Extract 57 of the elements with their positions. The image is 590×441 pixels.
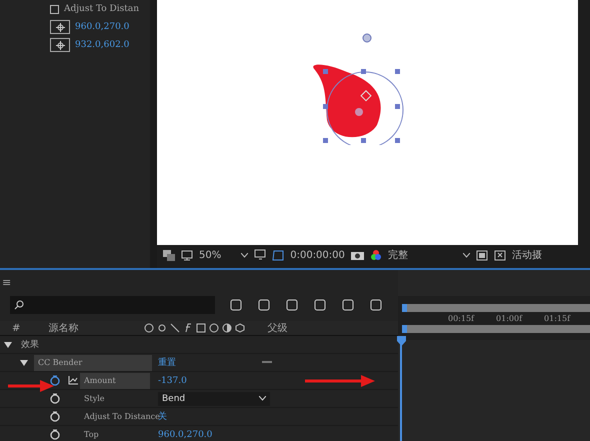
annotation-arrow: [305, 375, 375, 387]
crosshair-button[interactable]: [50, 20, 70, 34]
region-of-interest-icon[interactable]: [476, 250, 488, 260]
checkbox[interactable]: [50, 4, 59, 14]
property-name[interactable]: Top: [80, 426, 99, 441]
chevron-down-icon: [462, 252, 470, 258]
annotation-arrow: [8, 380, 54, 392]
effect-name[interactable]: CC Bender: [34, 354, 152, 370]
slash-icon[interactable]: [170, 323, 180, 333]
reset-link[interactable]: 重置: [158, 356, 176, 369]
monitor-icon[interactable]: [181, 250, 193, 260]
property-name[interactable]: Style: [80, 390, 105, 406]
region-icon[interactable]: [254, 249, 266, 261]
zoom-dropdown[interactable]: 50%: [199, 250, 248, 260]
property-name[interactable]: Adjust To Distance: [80, 408, 160, 424]
resolution-dropdown[interactable]: 完整: [388, 248, 470, 262]
stopwatch-icon[interactable]: [50, 393, 60, 404]
group-name: 效果: [21, 339, 39, 351]
ruler-label: 00:15f: [448, 314, 474, 322]
expand-triangle[interactable]: [20, 360, 28, 366]
ruler-label: 01:15f: [544, 314, 570, 322]
property-value[interactable]: 960.0,270.0: [158, 430, 212, 440]
column-header: 父级: [267, 322, 288, 335]
search-field[interactable]: [10, 296, 215, 314]
crosshair-icon: [56, 40, 64, 50]
timecode[interactable]: 0:00:00:00: [290, 250, 345, 260]
crosshair-icon: [56, 22, 64, 32]
column-header: 源名称: [48, 322, 80, 335]
ruler-label: 01:00f: [496, 314, 522, 322]
work-area-bar[interactable]: [402, 304, 590, 312]
search-icon: [14, 300, 26, 310]
transparency-grid-icon[interactable]: [272, 249, 284, 261]
dash-icon: [262, 361, 272, 364]
camera-icon[interactable]: [350, 250, 364, 260]
expand-triangle[interactable]: [4, 342, 12, 348]
style-dropdown[interactable]: Bend: [158, 392, 270, 406]
crosshair-button[interactable]: [50, 38, 70, 52]
property-value[interactable]: 关: [158, 410, 167, 423]
stopwatch-icon[interactable]: [50, 375, 60, 386]
point-value[interactable]: 932.0,602.0: [75, 40, 130, 50]
property-value[interactable]: -137.0: [158, 376, 187, 386]
time-navigator-bar[interactable]: [402, 324, 590, 332]
property-name[interactable]: Amount: [80, 372, 150, 388]
chevron-down-icon: [259, 396, 266, 401]
checkbox-label: Adjust To Distan: [64, 4, 140, 14]
layers-icon[interactable]: [163, 250, 175, 260]
view-label[interactable]: 活动摄: [512, 248, 542, 262]
fx-icon[interactable]: [183, 323, 194, 333]
column-header: #: [12, 322, 20, 334]
stopwatch-icon[interactable]: [50, 429, 60, 440]
playhead-icon[interactable]: [397, 336, 406, 346]
adjustment-icon[interactable]: [222, 323, 232, 333]
stopwatch-icon[interactable]: [50, 411, 60, 422]
channels-icon[interactable]: [370, 249, 382, 261]
point-value[interactable]: 960.0,270.0: [75, 22, 130, 32]
panel-menu[interactable]: ≡: [0, 270, 398, 296]
chevron-down-icon: [241, 252, 248, 258]
